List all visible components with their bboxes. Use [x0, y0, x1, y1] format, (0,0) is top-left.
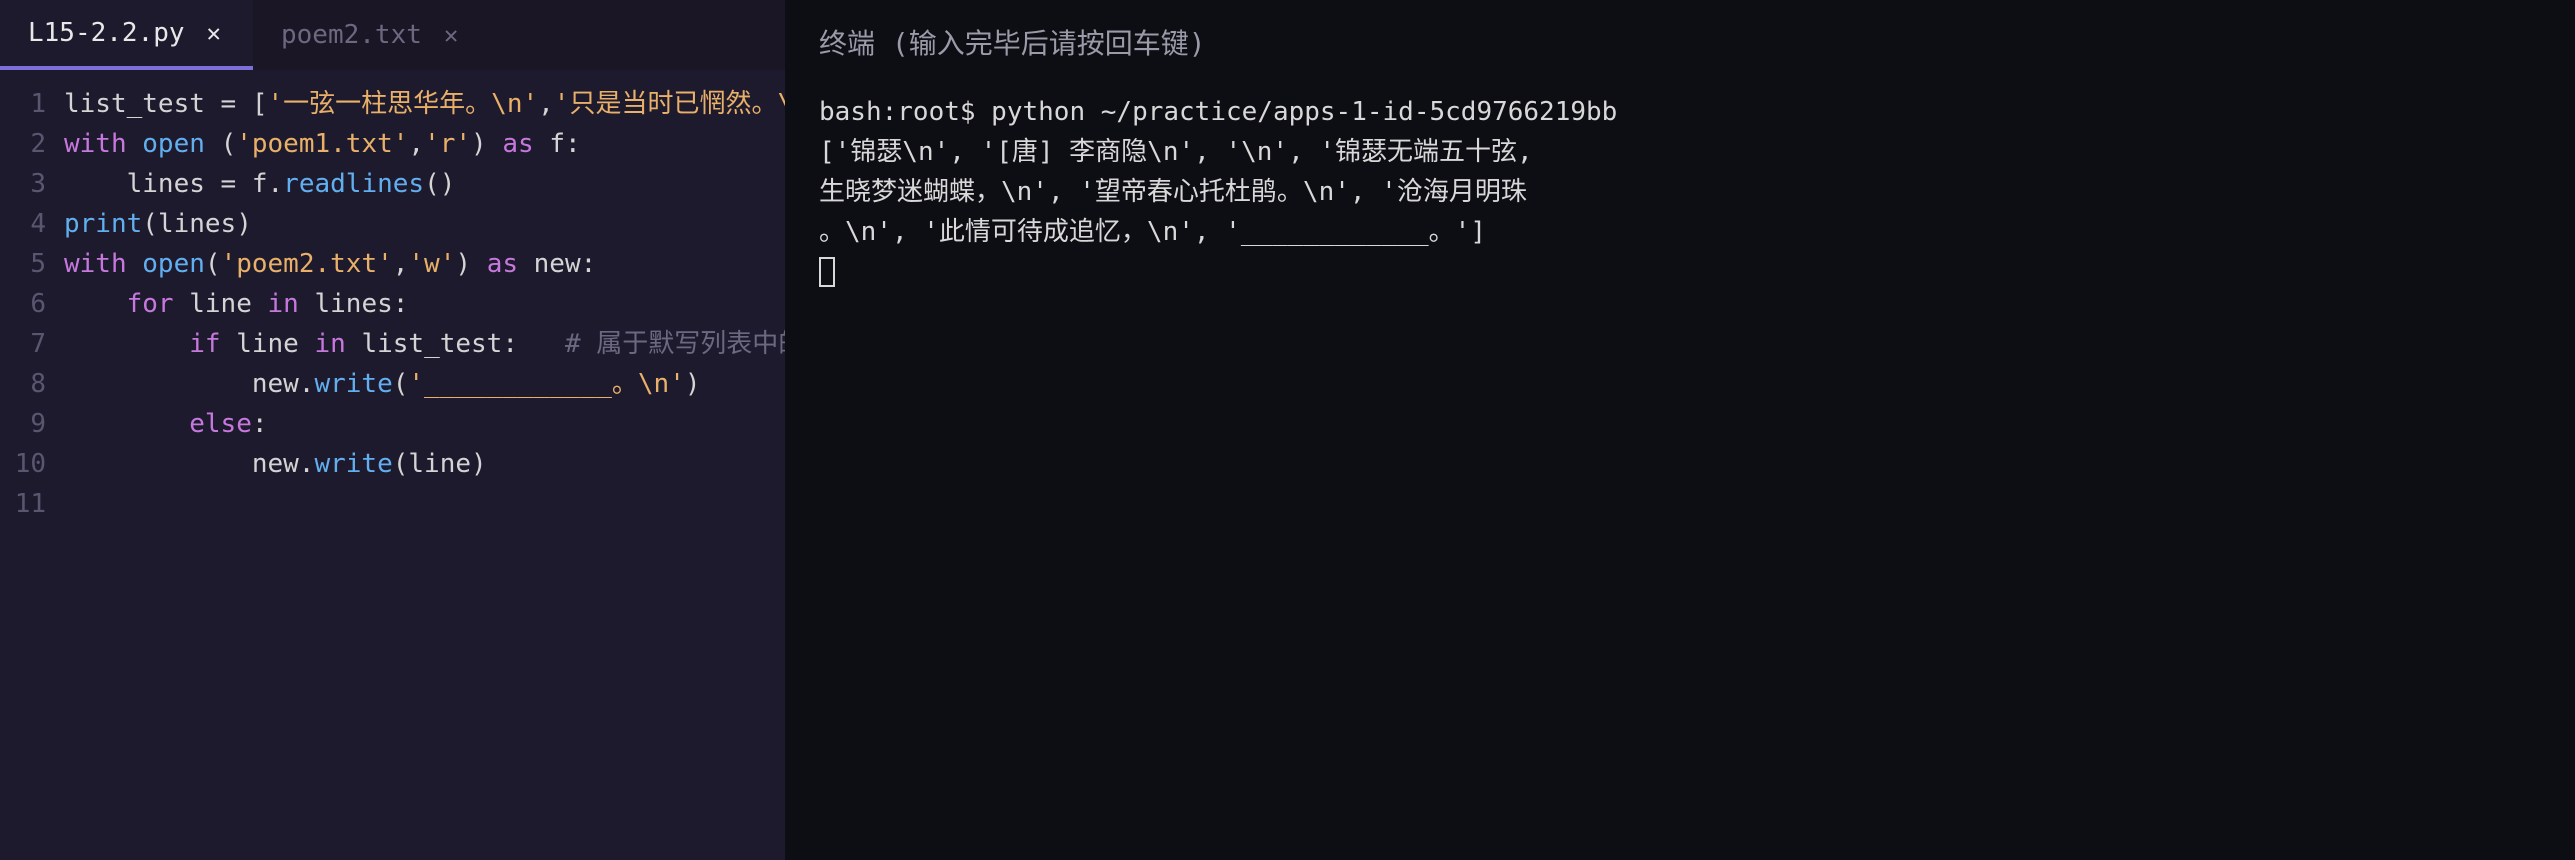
- code-token: write: [314, 449, 392, 479]
- code-token: ,: [393, 249, 409, 279]
- code-token: ): [471, 129, 502, 159]
- cursor-icon: [819, 257, 835, 287]
- code-line[interactable]: else:: [64, 404, 785, 444]
- line-number: 5: [0, 244, 46, 284]
- code-token: as: [502, 129, 549, 159]
- line-number: 6: [0, 284, 46, 324]
- code-token: (: [205, 249, 221, 279]
- code-line[interactable]: with open ('poem1.txt','r') as f:: [64, 124, 785, 164]
- line-number: 7: [0, 324, 46, 364]
- tab-label: poem2.txt: [281, 20, 422, 50]
- code-token: (): [424, 169, 455, 199]
- code-token: ): [685, 369, 701, 399]
- code-token: new.: [64, 449, 314, 479]
- line-number: 9: [0, 404, 46, 444]
- code-token: in: [268, 289, 315, 319]
- code-line[interactable]: with open('poem2.txt','w') as new:: [64, 244, 785, 284]
- close-icon[interactable]: ✕: [203, 19, 225, 47]
- code-token: f:: [549, 129, 580, 159]
- terminal-line: 生晓梦迷蝴蝶，\n', '望帝春心托杜鹃。\n', '沧海月明珠: [819, 172, 2541, 212]
- line-number: 1: [0, 84, 46, 124]
- close-icon[interactable]: ✕: [440, 21, 462, 49]
- code-line[interactable]: print(lines): [64, 204, 785, 244]
- code-token: [64, 289, 127, 319]
- code-line[interactable]: if line in list_test: # 属于默写列表中的句: [64, 324, 785, 364]
- code-token: new.: [64, 369, 314, 399]
- code-token: ): [471, 449, 487, 479]
- tab-label: L15-2.2.py: [28, 18, 185, 48]
- code-token: open: [142, 249, 205, 279]
- code-token: lines: [64, 169, 221, 199]
- terminal-output: bash:root$ python ~/practice/apps-1-id-5…: [819, 92, 2541, 292]
- code-token: line: [189, 289, 267, 319]
- code-token: (: [393, 449, 409, 479]
- code-token: with: [64, 129, 142, 159]
- terminal-line: bash:root$ python ~/practice/apps-1-id-5…: [819, 92, 2541, 132]
- code-token: (: [221, 129, 237, 159]
- code-token: readlines: [283, 169, 424, 199]
- code-token: lines: [158, 209, 236, 239]
- line-number: 3: [0, 164, 46, 204]
- tab-active[interactable]: L15-2.2.py ✕: [0, 0, 253, 70]
- terminal-line: 。\n', '此情可待成追忆，\n', '____________。']: [819, 212, 2541, 252]
- terminal-pane[interactable]: 终端 (输入完毕后请按回车键) bash:root$ python ~/prac…: [785, 0, 2575, 860]
- tab-bar: L15-2.2.py ✕ poem2.txt ✕: [0, 0, 785, 70]
- line-number: 10: [0, 444, 46, 484]
- line-number: 4: [0, 204, 46, 244]
- line-number: 11: [0, 484, 46, 524]
- code-line[interactable]: lines = f.readlines(): [64, 164, 785, 204]
- code-token: ): [236, 209, 252, 239]
- code-token: line: [408, 449, 471, 479]
- line-number: 2: [0, 124, 46, 164]
- code-token: write: [314, 369, 392, 399]
- code-token: ,: [408, 129, 424, 159]
- code-token: (: [142, 209, 158, 239]
- code-token: list_test:: [361, 329, 565, 359]
- code-token: '只是当时已惘然。\n: [554, 89, 785, 119]
- code-line[interactable]: for line in lines:: [64, 284, 785, 324]
- code-token: (: [393, 369, 409, 399]
- line-numbers: 1234567891011: [0, 84, 64, 860]
- code-token: open: [142, 129, 220, 159]
- code-area[interactable]: 1234567891011 list_test = ['一弦一柱思华年。\n',…: [0, 70, 785, 860]
- code-line[interactable]: new.write(line): [64, 444, 785, 484]
- code-token: else: [189, 409, 252, 439]
- code-token: if: [189, 329, 236, 359]
- code-token: 'poem2.txt': [221, 249, 393, 279]
- line-number: 8: [0, 364, 46, 404]
- terminal-line: ['锦瑟\n', '[唐] 李商隐\n', '\n', '锦瑟无端五十弦,: [819, 132, 2541, 172]
- code-token: for: [127, 289, 190, 319]
- code-token: ,: [538, 89, 554, 119]
- code-token: =: [221, 169, 252, 199]
- code-token: '____________。\n': [408, 369, 684, 399]
- code-token: [: [252, 89, 268, 119]
- code-token: :: [252, 409, 268, 439]
- code-token: with: [64, 249, 142, 279]
- code-token: 'w': [408, 249, 455, 279]
- code-content[interactable]: list_test = ['一弦一柱思华年。\n','只是当时已惘然。\nwit…: [64, 84, 785, 860]
- code-token: 'poem1.txt': [236, 129, 408, 159]
- code-token: 'r': [424, 129, 471, 159]
- code-token: [64, 409, 189, 439]
- code-line[interactable]: [64, 484, 785, 524]
- code-token: in: [314, 329, 361, 359]
- code-token: f.: [252, 169, 283, 199]
- code-token: new:: [534, 249, 597, 279]
- code-token: print: [64, 209, 142, 239]
- code-token: list_test: [64, 89, 221, 119]
- terminal-header: 终端 (输入完毕后请按回车键): [819, 22, 2541, 62]
- terminal-cursor-line: [819, 252, 2541, 292]
- code-token: lines:: [315, 289, 409, 319]
- code-token: as: [487, 249, 534, 279]
- editor-pane: L15-2.2.py ✕ poem2.txt ✕ 1234567891011 l…: [0, 0, 785, 860]
- code-token: line: [236, 329, 314, 359]
- tab-inactive[interactable]: poem2.txt ✕: [253, 0, 490, 70]
- code-token: ): [455, 249, 486, 279]
- code-token: '一弦一柱思华年。\n': [268, 89, 539, 119]
- code-token: [64, 329, 189, 359]
- code-line[interactable]: list_test = ['一弦一柱思华年。\n','只是当时已惘然。\n: [64, 84, 785, 124]
- code-token: =: [221, 89, 252, 119]
- code-token: # 属于默写列表中的句: [565, 329, 785, 359]
- code-line[interactable]: new.write('____________。\n'): [64, 364, 785, 404]
